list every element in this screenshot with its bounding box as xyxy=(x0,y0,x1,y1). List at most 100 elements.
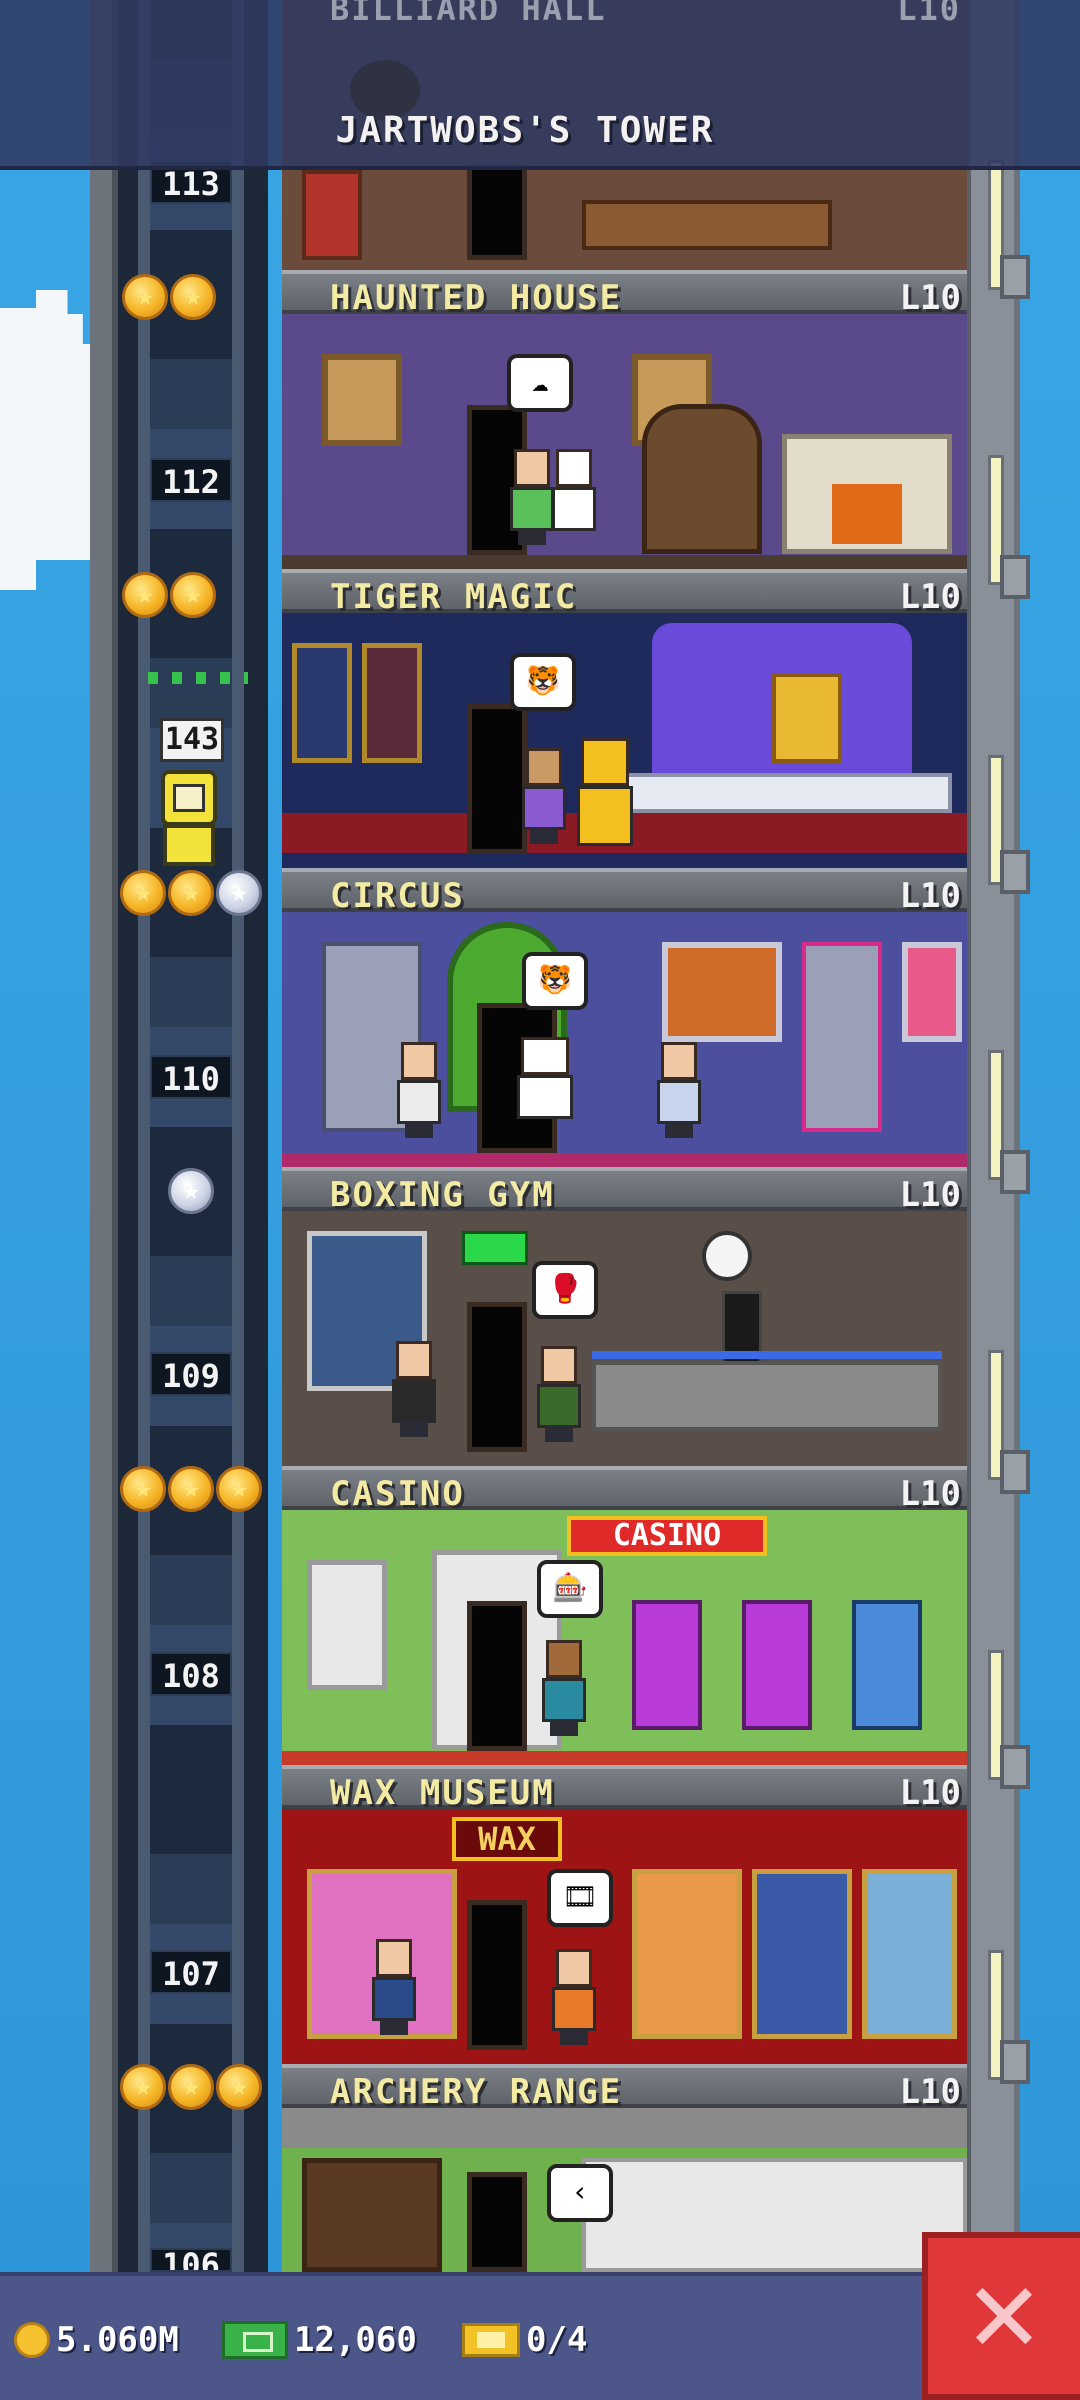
bitizen[interactable] xyxy=(392,1341,436,1437)
bitizen[interactable] xyxy=(397,1042,441,1138)
elevator-floor-number: 107 xyxy=(150,1950,232,1994)
gold-star-icon: ★ xyxy=(120,2064,166,2110)
floor-boxing-gym[interactable]: BOXING GYM L10 🥊 xyxy=(282,1167,967,1466)
bitizen-body xyxy=(392,1379,436,1423)
clown-poster xyxy=(902,942,962,1042)
floor-name: HAUNTED HOUSE xyxy=(330,278,623,318)
bitizen-ghost[interactable] xyxy=(552,449,596,545)
floor-level: L10 xyxy=(899,1474,961,1514)
bux-stat[interactable]: 12,060 xyxy=(222,2316,417,2364)
bitizen-body xyxy=(657,1080,701,1124)
bitizen[interactable] xyxy=(522,748,566,844)
room-door xyxy=(467,2172,527,2272)
coin-icon xyxy=(14,2322,50,2358)
partial-floor-header: BILLIARD HALL L10 xyxy=(282,0,967,30)
top-bar: BILLIARD HALL L10 JARTWOBS'S TOWER xyxy=(0,0,1080,170)
coins-stat[interactable]: 5.060M xyxy=(14,2316,179,2364)
tiger-icon: 🐯 xyxy=(522,952,588,1010)
tickets-stat[interactable]: 0/4 xyxy=(462,2316,587,2364)
arcade-machine xyxy=(802,942,882,1132)
floor-header: HAUNTED HOUSE L10 xyxy=(282,270,967,318)
wax-sign: WAX xyxy=(452,1817,562,1861)
bitizen-legs xyxy=(380,2019,408,2035)
clock-icon xyxy=(702,1231,752,1281)
floor-wax-museum[interactable]: WAX MUSEUM L10 WAX 🎞 xyxy=(282,1765,967,2064)
floor-archery-range[interactable]: ARCHERY RANGE L10 ‹ xyxy=(282,2064,967,2272)
bitizen-head xyxy=(401,1042,437,1080)
elevator-bitizen[interactable] xyxy=(155,770,223,866)
floor-stars: ★ xyxy=(168,1168,214,1220)
floor-stars: ★ ★ ★ xyxy=(120,1466,262,1518)
floor-level: L10 xyxy=(899,577,961,617)
silver-star-icon: ★ xyxy=(168,1168,214,1214)
bitizen-chicken-costume[interactable] xyxy=(577,738,633,848)
bitizen[interactable] xyxy=(537,1346,581,1442)
floor-name: CIRCUS xyxy=(330,876,465,916)
bitizen-head xyxy=(556,449,592,487)
floor-tiger-magic[interactable]: TIGER MAGIC L10 🐯 xyxy=(282,569,967,868)
floor-level: L10 xyxy=(899,1175,961,1215)
floor-name: WAX MUSEUM xyxy=(330,1773,555,1813)
wax-figure-booth xyxy=(752,1869,852,2039)
bitizen-body xyxy=(510,487,554,531)
tower-left-wall xyxy=(90,0,118,2272)
bitizen[interactable] xyxy=(372,1939,416,2035)
tiger-poster xyxy=(662,942,782,1042)
elevator-passenger-counter: 143 xyxy=(160,718,224,762)
floor-header: BOXING GYM L10 xyxy=(282,1167,967,1215)
bitizen-head xyxy=(396,1341,432,1379)
gold-star-icon: ★ xyxy=(122,572,168,618)
gold-star-icon: ★ xyxy=(122,274,168,320)
stage-platform xyxy=(612,773,952,813)
wall-painting xyxy=(292,643,352,763)
floor-casino[interactable]: CASINO L10 CASINO 🎰 xyxy=(282,1466,967,1765)
bitizen-body xyxy=(372,1977,416,2021)
floor-header: CASINO L10 xyxy=(282,1466,967,1514)
bitizen-body xyxy=(397,1080,441,1124)
wall-painting xyxy=(362,643,422,763)
bux-value: 12,060 xyxy=(294,2320,417,2360)
film-icon: 🎞 xyxy=(547,1869,613,1927)
floor-stars: ★ ★ ★ xyxy=(120,870,262,922)
elevator-floor-number: 106 xyxy=(150,2248,232,2272)
portrait xyxy=(322,354,402,446)
bitizen-legs xyxy=(545,1426,573,1442)
elevator-wait-indicator xyxy=(148,672,248,684)
bitizen-body xyxy=(517,1075,573,1119)
bitizen-police[interactable] xyxy=(657,1042,701,1138)
bitizen-legs xyxy=(405,1122,433,1138)
room-interior: 🥊 xyxy=(282,1211,967,1466)
cloud xyxy=(0,290,90,590)
room-interior: 🐯 xyxy=(282,912,967,1167)
floor-header: WAX MUSEUM L10 xyxy=(282,1765,967,1813)
bitizen[interactable] xyxy=(542,1640,586,1736)
room-interior: CASINO 🎰 xyxy=(282,1510,967,1765)
floor-stars: ★ ★ xyxy=(122,572,216,624)
elevator-track xyxy=(150,0,232,2272)
wall-bracket xyxy=(1000,1150,1030,1194)
room-interior: WAX 🎞 xyxy=(282,1809,967,2064)
floor-header: TIGER MAGIC L10 xyxy=(282,569,967,617)
bitizen-legs xyxy=(550,1720,578,1736)
tower-title[interactable]: JARTWOBS'S TOWER xyxy=(0,110,1080,151)
bitizen-body xyxy=(552,487,596,531)
floor-baseboard xyxy=(282,1153,967,1167)
tickets-value: 0/4 xyxy=(526,2320,588,2360)
floor-haunted-house[interactable]: HAUNTED HOUSE L10 ☁ xyxy=(282,270,967,569)
bitizen-snowman[interactable] xyxy=(517,1037,573,1133)
bitizen[interactable] xyxy=(552,1949,596,2045)
floor-name: BOXING GYM xyxy=(330,1175,555,1215)
close-button[interactable]: ✕ xyxy=(922,2232,1080,2400)
floor-name: ARCHERY RANGE xyxy=(330,2072,623,2112)
bitizen-body xyxy=(577,786,633,846)
close-icon: ✕ xyxy=(963,2262,1045,2374)
bitizen-body xyxy=(552,1987,596,2031)
floor-circus[interactable]: CIRCUS L10 🐯 xyxy=(282,868,967,1167)
floor-level: L10 xyxy=(899,1773,961,1813)
bitizen[interactable] xyxy=(510,449,554,545)
bitizen-body xyxy=(542,1678,586,1722)
bitizen-body xyxy=(537,1384,581,1428)
gold-star-icon: ★ xyxy=(170,274,216,320)
ceiling-lights xyxy=(282,2108,967,2148)
room-interior: ‹ xyxy=(282,2108,967,2272)
